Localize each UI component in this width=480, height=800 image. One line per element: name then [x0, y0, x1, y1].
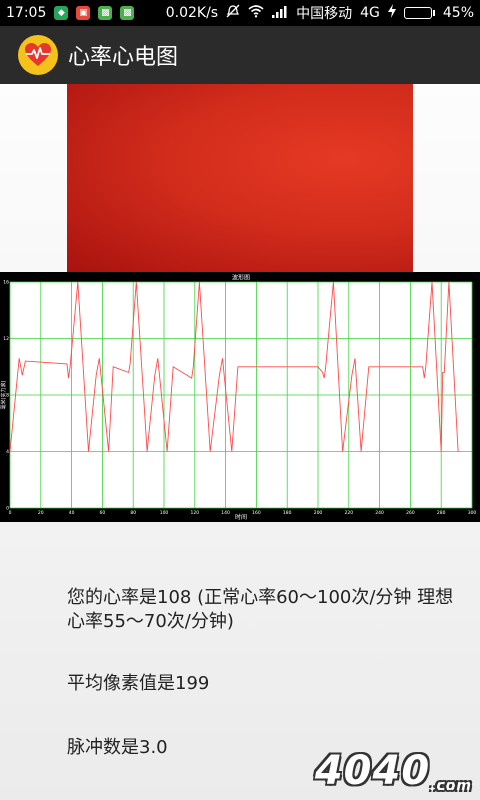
wifi-icon: [248, 4, 264, 22]
x-tick-label: 80: [130, 510, 136, 516]
x-tick-label: 180: [283, 510, 292, 516]
status-bar: 17:05 ◆ ▣ ▩ ▩ 0.02K/s 中国移动 4G 45%: [0, 0, 480, 26]
heart-pulse-icon: [18, 35, 58, 75]
notif-shield-icon: ◆: [54, 6, 69, 20]
app-title: 心率心电图: [68, 45, 179, 70]
battery-percent: 45%: [442, 5, 474, 21]
status-time: 17:05: [6, 5, 47, 21]
signal-icon: [272, 5, 288, 22]
alarm-off-icon: [226, 4, 240, 22]
x-tick-label: 280: [437, 510, 446, 516]
camera-preview: [67, 84, 413, 272]
watermark-text: 4040: [314, 748, 431, 794]
notif-android-icon: ▩: [120, 6, 135, 20]
x-tick-label: 120: [191, 510, 200, 516]
x-tick-label: 220: [345, 510, 354, 516]
charging-icon: [387, 4, 396, 22]
x-tick-label: 20: [38, 510, 44, 516]
x-tick-label: 140: [221, 510, 230, 516]
x-tick-label: 100: [160, 510, 169, 516]
x-tick-label: 0: [9, 510, 12, 516]
carrier-label: 中国移动: [296, 6, 353, 22]
waveform-chart-svg: 波形图 时间 毫米(实力滚) 0 20 40 60 80 100 120 140 160 180 2…: [0, 274, 477, 522]
app-bar: 心率心电图: [0, 26, 480, 84]
battery-icon: [403, 7, 435, 19]
x-tick-label: 260: [406, 510, 415, 516]
y-tick-label: 8: [6, 393, 9, 399]
notif-app-icon: ▣: [76, 6, 91, 20]
x-tick-label: 240: [375, 510, 384, 516]
heart-rate-text: 您的心率是108 (正常心率60～100次/分钟 理想心率55～70次/分钟): [67, 587, 454, 632]
y-tick-label: 16: [3, 280, 9, 286]
waveform-chart: 波形图 时间 毫米(实力滚) 0 20 40 60 80 100 120 140 160 180 2…: [0, 272, 480, 522]
x-tick-label: 160: [252, 510, 261, 516]
average-pixel-text: 平均像素值是199: [67, 673, 210, 694]
x-tick-label: 200: [314, 510, 323, 516]
x-tick-label: 300: [468, 510, 477, 516]
y-tick-label: 4: [6, 449, 9, 455]
pulse-count-text: 脉冲数是3.0: [67, 737, 168, 758]
chart-xlabel: 时间: [235, 513, 247, 521]
watermark-sub: .com: [430, 778, 472, 794]
x-tick-label: 40: [69, 510, 75, 516]
network-type: 4G: [360, 5, 380, 21]
x-tick-label: 60: [100, 510, 106, 516]
notif-android-icon: ▩: [98, 6, 113, 20]
y-tick-label: 12: [3, 336, 9, 342]
watermark-logo: 4040.com: [315, 748, 472, 794]
y-tick-label: 0: [6, 506, 9, 512]
chart-title: 波形图: [232, 274, 250, 282]
network-speed: 0.02K/s: [165, 5, 219, 21]
